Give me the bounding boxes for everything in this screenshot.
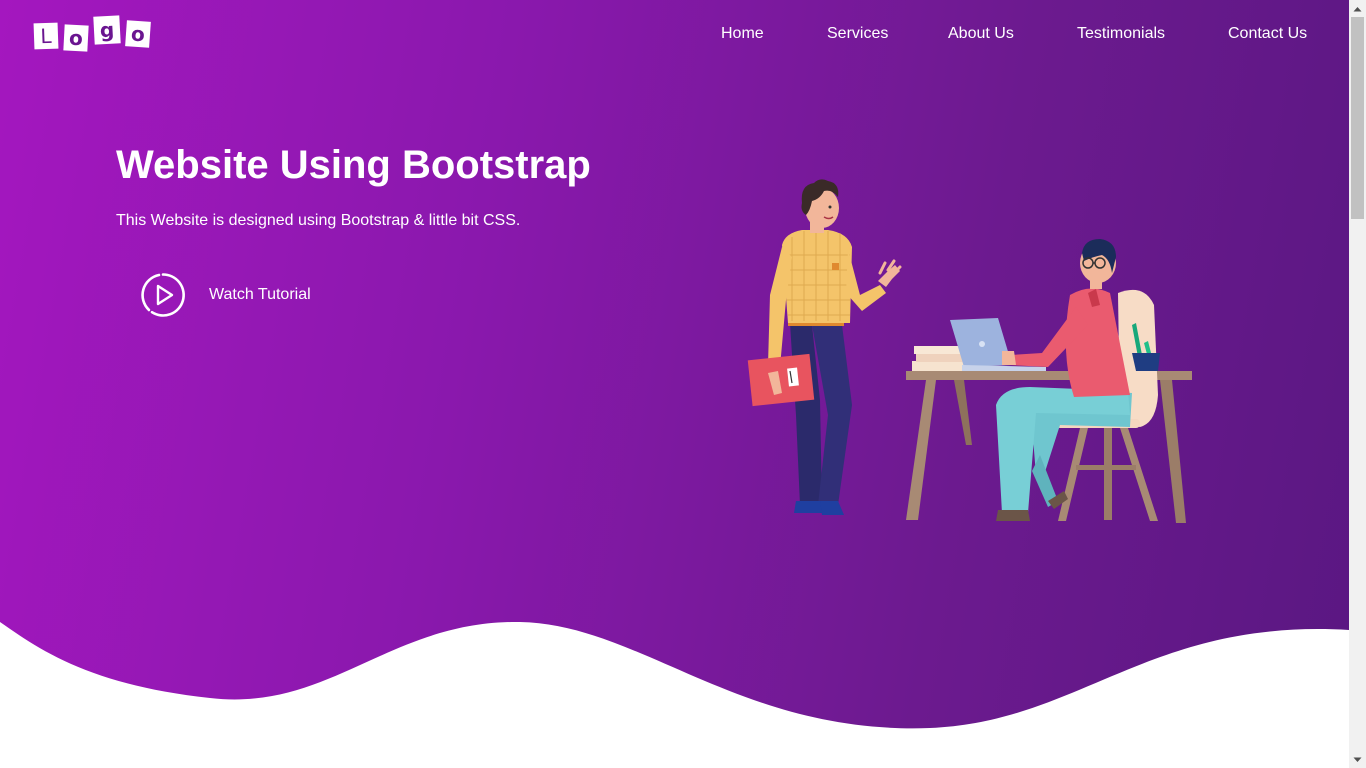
nav-services[interactable]: Services	[827, 23, 888, 45]
main-nav: Home Services About Us Testimonials Cont…	[0, 23, 1349, 45]
nav-about-us[interactable]: About Us	[948, 23, 1014, 45]
play-circle-icon	[141, 273, 185, 317]
nav-testimonials[interactable]: Testimonials	[1077, 23, 1165, 45]
nav-home[interactable]: Home	[721, 23, 764, 45]
vertical-scrollbar[interactable]	[1349, 0, 1366, 768]
hero-section: L o g o Home Services About Us Testimoni…	[0, 0, 1349, 768]
scroll-down-arrow-icon[interactable]	[1349, 751, 1366, 768]
standing-man-figure	[747, 179, 902, 515]
scrollbar-thumb[interactable]	[1351, 17, 1364, 219]
hero-title: Website Using Bootstrap	[116, 143, 591, 187]
hero-subtitle: This Website is designed using Bootstrap…	[116, 212, 521, 229]
watch-tutorial-button[interactable]: Watch Tutorial	[140, 272, 311, 318]
nav-contact-us[interactable]: Contact Us	[1228, 23, 1307, 45]
wave-divider	[0, 621, 1349, 768]
page: L o g o Home Services About Us Testimoni…	[0, 0, 1349, 768]
scroll-up-arrow-icon[interactable]	[1349, 0, 1366, 17]
watch-tutorial-label: Watch Tutorial	[209, 286, 311, 303]
office-illustration	[747, 179, 1192, 523]
